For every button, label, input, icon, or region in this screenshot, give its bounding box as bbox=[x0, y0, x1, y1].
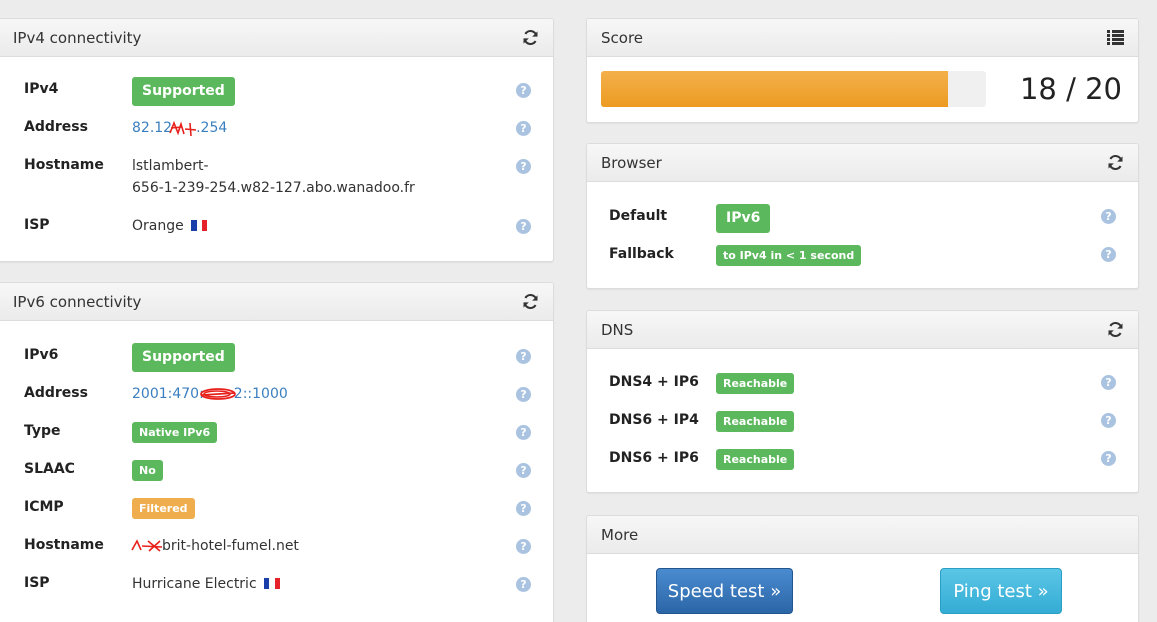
score-panel-title: Score bbox=[601, 28, 644, 47]
dns-row-value: Reachable bbox=[716, 410, 795, 432]
browser-default-value: IPv6 bbox=[716, 204, 771, 233]
ipv6-type-label: Type bbox=[24, 423, 61, 439]
ipv4-supported-badge: Supported bbox=[132, 77, 235, 106]
help-icon[interactable]: ? bbox=[516, 159, 531, 174]
help-icon[interactable]: ? bbox=[516, 463, 531, 478]
ipv6-label: IPv6 bbox=[24, 347, 59, 363]
ipv4-hostname-line1: lstlambert- bbox=[132, 158, 209, 174]
ipv6-address-value[interactable]: 2001:470: 2::1000 bbox=[132, 383, 288, 405]
ipv4-hostname-value: lstlambert- 656-1-239-254.w82-127.abo.wa… bbox=[132, 155, 415, 199]
dns-row-value: Reachable bbox=[716, 448, 795, 470]
fallback-badge: to IPv4 in < 1 second bbox=[716, 245, 862, 266]
help-icon[interactable]: ? bbox=[1101, 375, 1116, 390]
ipv4-panel-heading: IPv4 connectivity bbox=[0, 19, 553, 57]
dns-row-label: DNS6 + IP4 bbox=[609, 412, 699, 428]
score-panel: Score 18 / 20 bbox=[586, 18, 1139, 123]
ipv4-hostname-label: Hostname bbox=[24, 157, 104, 173]
icmp-badge: Filtered bbox=[132, 498, 195, 519]
ipv6-address-suffix: 2::1000 bbox=[233, 386, 288, 402]
browser-panel-title: Browser bbox=[601, 153, 662, 172]
ipv4-isp-value: Orange bbox=[132, 215, 208, 237]
refresh-icon[interactable] bbox=[521, 293, 539, 311]
ipv6-icmp-value: Filtered bbox=[132, 497, 195, 519]
ipv4-isp-name: Orange bbox=[132, 218, 184, 234]
ipv6-isp-label: ISP bbox=[24, 575, 50, 591]
help-icon[interactable]: ? bbox=[516, 121, 531, 136]
help-icon[interactable]: ? bbox=[516, 83, 531, 98]
score-progress-bar bbox=[601, 71, 986, 107]
ipv4-status: Supported bbox=[132, 77, 235, 106]
ipv6-isp-name: Hurricane Electric bbox=[132, 576, 257, 592]
list-icon[interactable] bbox=[1106, 29, 1124, 47]
help-icon[interactable]: ? bbox=[1101, 247, 1116, 262]
flag-france-icon bbox=[191, 220, 208, 231]
ipv4-address-suffix: .254 bbox=[196, 120, 228, 136]
help-icon[interactable]: ? bbox=[516, 425, 531, 440]
refresh-icon[interactable] bbox=[1106, 154, 1124, 172]
score-panel-heading: Score bbox=[587, 19, 1138, 57]
reachable-badge: Reachable bbox=[716, 449, 795, 470]
dns-row-label: DNS6 + IP6 bbox=[609, 450, 699, 466]
score-value: 18 / 20 bbox=[1019, 72, 1122, 106]
ipv6-hostname-text: brit-hotel-fumel.net bbox=[162, 538, 299, 554]
ipv6-address-label: Address bbox=[24, 385, 88, 401]
ipv6-hostname-label: Hostname bbox=[24, 537, 104, 553]
ipv6-isp-value: Hurricane Electric bbox=[132, 573, 281, 595]
help-icon[interactable]: ? bbox=[1101, 451, 1116, 466]
help-icon[interactable]: ? bbox=[516, 539, 531, 554]
ipv6-hostname-value: brit-hotel-fumel.net bbox=[132, 535, 299, 557]
help-icon[interactable]: ? bbox=[1101, 209, 1116, 224]
more-panel-heading: More bbox=[587, 516, 1138, 554]
ipv4-label: IPv4 bbox=[24, 81, 59, 97]
ping-test-button[interactable]: Ping test » bbox=[940, 568, 1062, 614]
ipv4-panel: IPv4 connectivity IPv4 Supported ? Addre… bbox=[0, 18, 554, 262]
default-ipv6-badge: IPv6 bbox=[716, 204, 771, 233]
browser-fallback-value: to IPv4 in < 1 second bbox=[716, 244, 862, 266]
dns-row-label: DNS4 + IP6 bbox=[609, 374, 699, 390]
ipv6-slaac-label: SLAAC bbox=[24, 461, 75, 477]
dns-panel-title: DNS bbox=[601, 320, 634, 339]
browser-fallback-label: Fallback bbox=[609, 246, 674, 262]
native-ipv6-badge: Native IPv6 bbox=[132, 422, 218, 443]
ipv6-panel-heading: IPv6 connectivity bbox=[0, 283, 553, 321]
browser-panel-heading: Browser bbox=[587, 144, 1138, 182]
ipv4-panel-title: IPv4 connectivity bbox=[13, 28, 142, 47]
help-icon[interactable]: ? bbox=[516, 219, 531, 234]
score-progress-fill bbox=[601, 71, 948, 107]
ipv6-panel-title: IPv6 connectivity bbox=[13, 292, 142, 311]
ipv6-address-prefix: 2001:470: bbox=[132, 386, 204, 402]
ipv6-status: Supported bbox=[132, 343, 235, 372]
reachable-badge: Reachable bbox=[716, 373, 795, 394]
ipv4-address-value[interactable]: 82.12 .254 bbox=[132, 117, 227, 139]
browser-panel: Browser Default IPv6 ? Fallback to IPv4 … bbox=[586, 143, 1139, 289]
help-icon[interactable]: ? bbox=[516, 387, 531, 402]
help-icon[interactable]: ? bbox=[516, 501, 531, 516]
refresh-icon[interactable] bbox=[521, 29, 539, 47]
dns-row-value: Reachable bbox=[716, 372, 795, 394]
ipv6-panel: IPv6 connectivity IPv6 Supported ? Addre… bbox=[0, 282, 554, 622]
more-panel: More Speed test » Ping test » bbox=[586, 515, 1139, 622]
ipv4-hostname-line2: 656-1-239-254.w82-127.abo.wanadoo.fr bbox=[132, 180, 415, 196]
help-icon[interactable]: ? bbox=[516, 349, 531, 364]
help-icon[interactable]: ? bbox=[516, 577, 531, 592]
ipv4-address-prefix: 82.12 bbox=[132, 120, 173, 136]
ipv6-slaac-value: No bbox=[132, 459, 163, 481]
ipv6-type-value: Native IPv6 bbox=[132, 421, 218, 443]
slaac-badge: No bbox=[132, 460, 163, 481]
more-panel-title: More bbox=[601, 525, 639, 544]
ipv4-address-label: Address bbox=[24, 119, 88, 135]
flag-france-icon bbox=[264, 578, 281, 589]
ipv6-supported-badge: Supported bbox=[132, 343, 235, 372]
speed-test-button[interactable]: Speed test » bbox=[656, 568, 793, 614]
ipv6-icmp-label: ICMP bbox=[24, 499, 64, 515]
dns-panel-heading: DNS bbox=[587, 311, 1138, 349]
refresh-icon[interactable] bbox=[1106, 321, 1124, 339]
help-icon[interactable]: ? bbox=[1101, 413, 1116, 428]
ipv4-isp-label: ISP bbox=[24, 217, 50, 233]
reachable-badge: Reachable bbox=[716, 411, 795, 432]
dns-panel: DNS DNS4 + IP6 Reachable ? DNS6 + IP4 Re… bbox=[586, 310, 1139, 493]
browser-default-label: Default bbox=[609, 208, 668, 224]
